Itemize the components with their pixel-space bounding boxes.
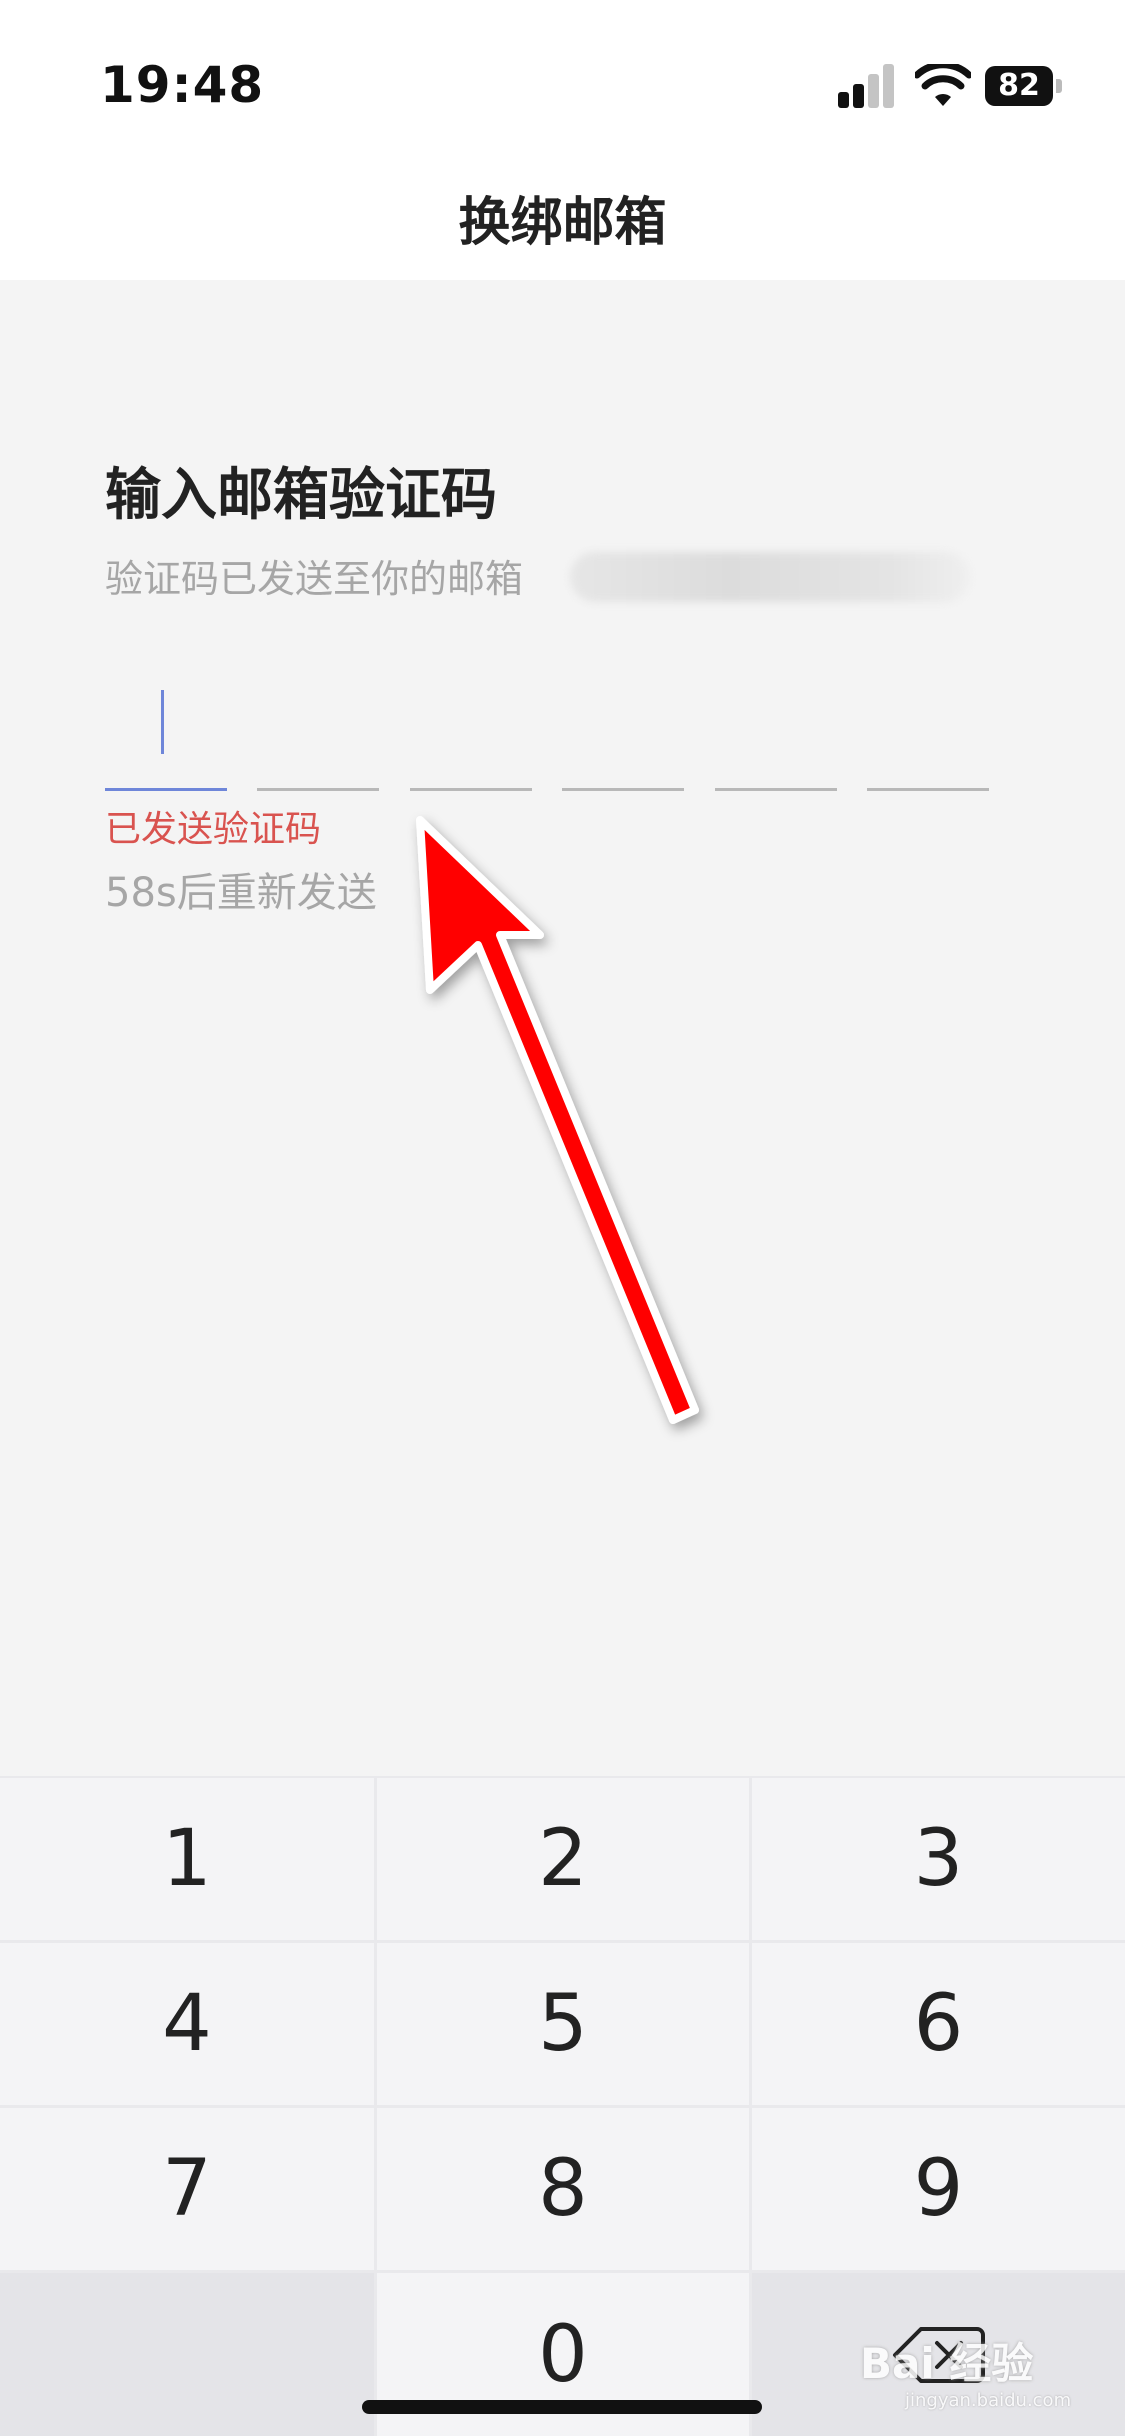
code-digit-5[interactable] [715,680,837,791]
sent-status-text: 已发送验证码 [105,809,322,850]
key-6[interactable]: 6 [752,1943,1125,2105]
key-5[interactable]: 5 [377,1943,749,2105]
code-digit-4[interactable] [562,680,684,791]
key-8[interactable]: 8 [377,2108,749,2270]
code-digit-1[interactable] [105,680,227,791]
key-2[interactable]: 2 [377,1778,749,1940]
code-digit-2[interactable] [257,680,379,791]
key-4[interactable]: 4 [0,1943,374,2105]
home-indicator[interactable] [362,2400,762,2414]
status-time: 19:48 [100,56,265,114]
wifi-icon [915,64,971,106]
text-cursor [161,690,164,754]
watermark-logo: Bai 经验 [860,2339,1034,2388]
key-blank [0,2273,374,2436]
code-digit-6[interactable] [867,680,989,791]
verification-heading: 输入邮箱验证码 [105,463,497,528]
key-9[interactable]: 9 [752,2108,1125,2270]
battery-icon: 82 [985,66,1065,106]
nav-bar: 换绑邮箱 [0,150,1125,280]
key-3[interactable]: 3 [752,1778,1125,1940]
status-bar: 19:48 82 [0,0,1125,150]
redacted-email [570,552,970,602]
battery-level: 82 [985,66,1053,106]
key-7[interactable]: 7 [0,2108,374,2270]
signal-icon [838,64,898,108]
watermark-url: jingyan.baidu.com [905,2390,1072,2411]
code-digit-3[interactable] [410,680,532,791]
verification-subtitle: 验证码已发送至你的邮箱 [105,557,524,601]
resend-countdown: 58s后重新发送 [105,870,377,916]
page-title: 换绑邮箱 [458,193,667,253]
key-1[interactable]: 1 [0,1778,374,1940]
